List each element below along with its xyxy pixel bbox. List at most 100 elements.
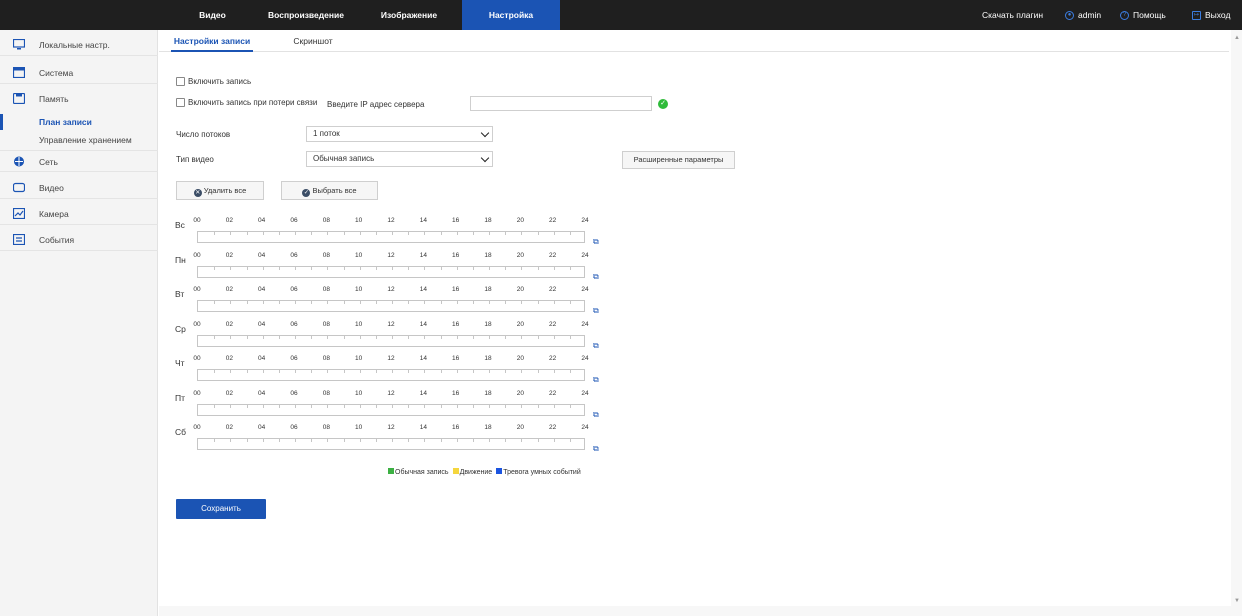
vertical-scrollbar[interactable]: ▲ ▼ [1231, 30, 1242, 616]
timeline-tick [278, 266, 280, 270]
timeline-tick [521, 335, 523, 339]
hour-label: 22 [549, 286, 557, 293]
sidebar-subitem-storage-management[interactable]: Управление хранением [0, 132, 158, 148]
user-menu[interactable]: ● admin [1065, 0, 1101, 30]
timeline-tick [295, 301, 296, 304]
day-timeline[interactable] [197, 438, 585, 450]
copy-schedule-icon[interactable]: ⧉ [593, 376, 601, 384]
hour-label: 04 [258, 320, 266, 328]
help-link[interactable]: ? Помощь [1120, 0, 1166, 30]
timeline-tick [472, 335, 474, 339]
hour-label: 22 [549, 320, 557, 328]
timeline-tick [311, 404, 313, 408]
timeline-tick [440, 404, 442, 408]
day-label: Чт [175, 358, 185, 368]
video-type-select[interactable]: Обычная запись [306, 151, 493, 167]
hour-label: 10 [355, 286, 363, 293]
sidebar-item-storage[interactable]: Память [0, 88, 158, 110]
day-timeline[interactable] [197, 231, 585, 243]
hour-label: 02 [225, 251, 233, 259]
sidebar-item-label: Сеть [39, 157, 58, 167]
scroll-up-icon[interactable]: ▲ [1234, 35, 1240, 41]
sidebar-item-video[interactable]: Видео [0, 177, 158, 199]
copy-schedule-icon[interactable]: ⧉ [593, 238, 601, 246]
tab-record-settings[interactable]: Настройки записи [171, 30, 253, 52]
hour-label: 14 [419, 320, 427, 328]
advanced-params-button[interactable]: Расширенные параметры [622, 151, 735, 169]
download-plugin-link[interactable]: Скачать плагин [982, 0, 1043, 30]
timeline-tick [392, 335, 393, 339]
timeline-tick [295, 335, 296, 339]
hour-label: 18 [484, 355, 492, 362]
logout-icon: ↦ [1192, 11, 1201, 21]
hour-label: 04 [258, 355, 266, 362]
hour-label: 04 [258, 251, 266, 259]
legend-swatch [388, 468, 394, 474]
copy-schedule-icon[interactable]: ⧉ [593, 341, 601, 350]
timeline-tick [489, 232, 490, 235]
day-timeline[interactable] [197, 334, 585, 347]
day-timeline[interactable] [197, 300, 585, 312]
sidebar-item-label: Память [39, 94, 69, 104]
timeline-tick [440, 266, 442, 270]
nav-settings[interactable]: Настройка [462, 0, 560, 30]
hour-label: 10 [355, 217, 363, 224]
nav-video[interactable]: Видео [185, 0, 240, 30]
nav-image[interactable]: Изображение [368, 0, 450, 30]
timeline-tick [246, 404, 248, 408]
hour-label: 20 [516, 389, 524, 397]
enable-record-checkbox[interactable]: Включить запись [176, 77, 251, 86]
sidebar-item-camera[interactable]: Камера [0, 203, 158, 225]
tab-snapshot[interactable]: Скриншот [287, 30, 339, 52]
timeline-tick [489, 370, 490, 373]
timeline-tick [343, 404, 345, 408]
nav-playback[interactable]: Воспроизведение [260, 0, 352, 30]
day-timeline[interactable] [197, 265, 585, 278]
save-button[interactable]: Сохранить [176, 499, 266, 519]
day-timeline[interactable] [197, 403, 585, 416]
timeline-tick [408, 370, 410, 373]
timeline-tick [359, 370, 361, 373]
storage-icon [13, 93, 25, 104]
hour-label: 12 [387, 320, 395, 328]
sidebar-item-label: События [39, 235, 75, 245]
timeline-tick [569, 439, 571, 442]
timeline-tick [489, 335, 490, 339]
checkbox-box[interactable] [176, 77, 185, 86]
sidebar-item-local[interactable]: Локальные настр. [0, 34, 158, 56]
timeline-tick [537, 266, 539, 270]
timeline-tick [311, 439, 313, 442]
streams-select[interactable]: 1 поток [306, 126, 493, 142]
select-all-button[interactable]: ✓ Выбрать все [281, 181, 378, 200]
hour-label: 14 [419, 286, 427, 293]
hour-label: 12 [387, 389, 395, 397]
hour-label: 04 [258, 389, 266, 397]
checkbox-box[interactable] [176, 98, 185, 107]
timeline-tick [278, 439, 280, 442]
timeline-tick [230, 266, 232, 270]
enable-record-on-loss-checkbox[interactable]: Включить запись при потери связи [176, 98, 317, 107]
delete-all-button[interactable]: ✕ Удалить все [176, 181, 264, 200]
hour-label: 18 [484, 251, 492, 259]
scroll-down-icon[interactable]: ▼ [1234, 598, 1240, 604]
logout-label: Выход [1205, 10, 1231, 20]
copy-schedule-icon[interactable]: ⧉ [593, 307, 601, 315]
sidebar-item-events[interactable]: События [0, 229, 158, 251]
horizontal-scrollbar[interactable] [159, 606, 1231, 616]
copy-schedule-icon[interactable]: ⧉ [593, 410, 601, 419]
logout-link[interactable]: ↦ Выход [1192, 0, 1230, 30]
copy-schedule-icon[interactable]: ⧉ [593, 445, 601, 453]
copy-schedule-icon[interactable]: ⧉ [593, 272, 601, 281]
hour-label: 00 [193, 251, 201, 259]
sidebar-item-network[interactable]: Сеть [0, 150, 158, 172]
sidebar-item-system[interactable]: Система [0, 62, 158, 84]
sidebar-subitem-record-schedule[interactable]: План записи [0, 114, 158, 130]
sidebar-item-label: Система [39, 68, 74, 78]
day-timeline[interactable] [197, 369, 585, 381]
hour-label: 20 [516, 424, 524, 431]
timeline-tick [521, 301, 523, 304]
timeline-tick [472, 266, 474, 270]
server-ip-input[interactable] [470, 96, 652, 111]
hour-label: 06 [290, 389, 298, 397]
hour-label: 18 [484, 389, 492, 397]
